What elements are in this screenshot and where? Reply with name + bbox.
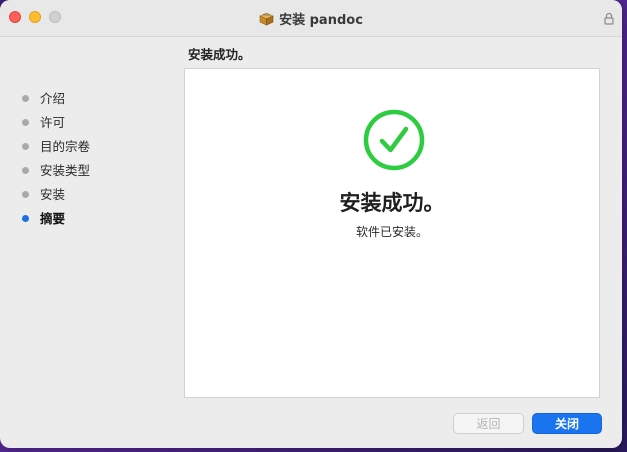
success-title: 安装成功。 [339, 191, 445, 215]
sidebar-step-label: 摘要 [40, 211, 66, 226]
package-icon [259, 12, 274, 30]
sidebar-step-label: 安装类型 [40, 163, 91, 178]
page-header: 安装成功。 [188, 47, 251, 62]
sidebar-step-label: 安装 [40, 187, 66, 202]
step-dot-active-icon [22, 215, 29, 222]
success-subtitle: 软件已安装。 [355, 225, 428, 239]
title-bar: 安装 pandoc [0, 0, 622, 37]
back-button[interactable]: 返回 [453, 413, 524, 434]
sidebar-step-label: 目的宗卷 [40, 139, 91, 154]
checkmark-circle-icon [363, 109, 425, 175]
close-button[interactable]: 关闭 [532, 413, 602, 434]
window-title-text: 安装 pandoc [279, 13, 363, 28]
window-title: 安装 pandoc [0, 9, 622, 30]
content-panel: 安装成功。 软件已安装。 [184, 68, 600, 398]
sidebar-step-label: 介绍 [40, 91, 66, 106]
installer-window: 安装 pandoc 介绍 许可 目的宗卷 安装类型 安装 摘要 安装成功。 安装… [0, 0, 622, 448]
step-dot-icon [22, 119, 29, 126]
step-dot-icon [22, 167, 29, 174]
lock-icon [604, 10, 614, 29]
step-dot-icon [22, 191, 29, 198]
step-dot-icon [22, 143, 29, 150]
step-dot-icon [22, 95, 29, 102]
steps-sidebar: 介绍 许可 目的宗卷 安装类型 安装 摘要 [0, 36, 180, 448]
sidebar-step-label: 许可 [40, 115, 66, 130]
